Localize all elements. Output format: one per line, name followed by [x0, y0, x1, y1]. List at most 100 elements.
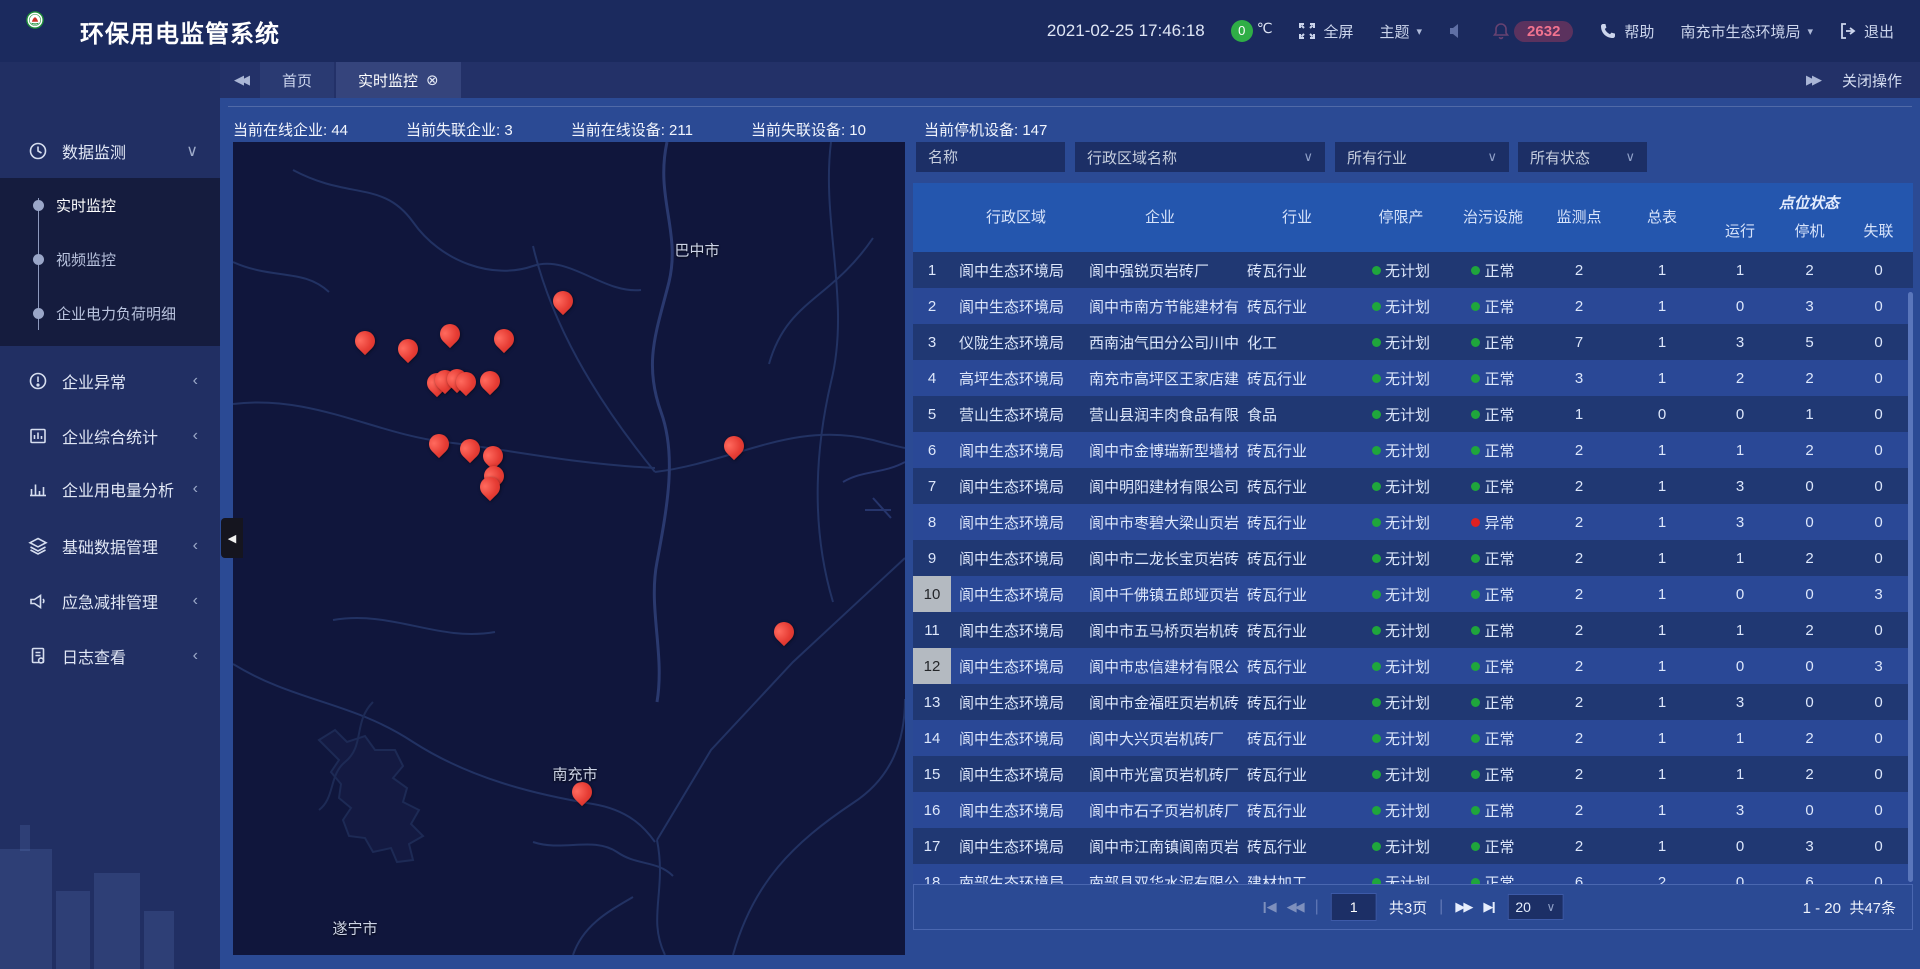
name-filter-input[interactable] — [916, 142, 1065, 172]
fullscreen-button[interactable]: 全屏 — [1298, 21, 1353, 42]
map-roads — [233, 142, 905, 955]
layers-icon — [28, 536, 48, 556]
table-scrollbar[interactable] — [1908, 292, 1913, 882]
sidebar-group-5[interactable]: 应急减排管理‹ — [0, 578, 220, 624]
cell-index: 16 — [913, 792, 951, 828]
logout-button[interactable]: 退出 — [1839, 21, 1894, 42]
app-root: 环保用电监管系统 2021-02-25 17:46:18 0 ℃ 全屏 主题 ▾ — [0, 0, 1920, 969]
cell-company: 阆中市南方节能建材有 — [1081, 288, 1239, 324]
cell-lost-count: 0 — [1844, 324, 1913, 360]
table-row[interactable]: 5营山生态环境局营山县润丰肉食品有限食品无计划正常10010 — [913, 396, 1913, 432]
status-dot — [1471, 662, 1480, 671]
table-row[interactable]: 8阆中生态环境局阆中市枣碧大梁山页岩砖瓦行业无计划异常21300 — [913, 504, 1913, 540]
chevron-down-icon: ∨ — [1547, 900, 1556, 914]
sidebar-group-2[interactable]: 企业综合统计‹ — [0, 413, 220, 459]
status-dot — [1372, 446, 1381, 455]
sidebar-group-label: 企业用电量分析 — [62, 477, 174, 501]
cell-company: 阆中千佛镇五郎垭页岩 — [1081, 576, 1239, 612]
tab-close-icon[interactable]: ⊗ — [426, 71, 439, 89]
status-text: 无计划 — [1385, 692, 1430, 713]
status-filter-select[interactable]: 所有状态 ∨ — [1518, 142, 1647, 172]
notification-badge[interactable]: 2632 — [1492, 21, 1573, 42]
cell-company: 西南油气田分公司川中 — [1081, 324, 1239, 360]
status-text: 正常 — [1484, 368, 1514, 389]
table-row[interactable]: 1阆中生态环境局阆中强锐页岩砖厂砖瓦行业无计划正常21120 — [913, 252, 1913, 288]
status-dot — [1372, 590, 1381, 599]
sidebar-item-2[interactable]: 企业电力负荷明细 — [0, 298, 220, 328]
sidebar-group-0[interactable]: 数据监测∨ — [0, 128, 220, 174]
table-row[interactable]: 17阆中生态环境局阆中市江南镇阆南页岩砖瓦行业无计划正常21030 — [913, 828, 1913, 864]
help-button[interactable]: 帮助 — [1599, 21, 1654, 42]
cell-run-count: 3 — [1705, 504, 1775, 540]
close-operations-button[interactable]: 关闭操作 — [1842, 70, 1902, 91]
cell-stop-count: 2 — [1775, 252, 1844, 288]
cell-industry: 砖瓦行业 — [1239, 252, 1355, 288]
table-row[interactable]: 6阆中生态环境局阆中市金博瑞新型墙材砖瓦行业无计划正常21120 — [913, 432, 1913, 468]
cityscape-watermark — [0, 849, 52, 969]
table-row[interactable]: 7阆中生态环境局阆中明阳建材有限公司砖瓦行业无计划正常21300 — [913, 468, 1913, 504]
table-row[interactable]: 16阆中生态环境局阆中市石子页岩机砖厂砖瓦行业无计划正常21300 — [913, 792, 1913, 828]
industry-filter-select[interactable]: 所有行业 ∨ — [1335, 142, 1509, 172]
chevron-left-icon: ‹ — [193, 592, 198, 610]
sidebar-item-1[interactable]: 视频监控 — [0, 244, 220, 274]
sidebar-group-1[interactable]: 企业异常‹ — [0, 358, 220, 404]
cell-region: 阆中生态环境局 — [951, 720, 1081, 756]
page-size-select[interactable]: 20 ∨ — [1507, 894, 1563, 920]
table-row[interactable]: 10阆中生态环境局阆中千佛镇五郎垭页岩砖瓦行业无计划正常21003 — [913, 576, 1913, 612]
table-row[interactable]: 12阆中生态环境局阆中市忠信建材有限公砖瓦行业无计划正常21003 — [913, 648, 1913, 684]
last-page-button[interactable]: ▶ — [1483, 899, 1495, 915]
next-page-button[interactable]: ▶▶ — [1455, 899, 1471, 915]
cell-company: 阆中市光富页岩机砖厂 — [1081, 756, 1239, 792]
table-row[interactable]: 11阆中生态环境局阆中市五马桥页岩机砖砖瓦行业无计划正常21120 — [913, 612, 1913, 648]
sidebar-item-0[interactable]: 实时监控 — [0, 190, 220, 220]
cell-lost-count: 3 — [1844, 576, 1913, 612]
cell-stop-count: 0 — [1775, 468, 1844, 504]
table-row[interactable]: 2阆中生态环境局阆中市南方节能建材有砖瓦行业无计划正常21030 — [913, 288, 1913, 324]
table-row[interactable]: 14阆中生态环境局阆中大兴页岩机砖厂砖瓦行业无计划正常21120 — [913, 720, 1913, 756]
cell-monitor-points: 1 — [1539, 396, 1619, 432]
table-row[interactable]: 18南部生态环境局南部县双华水泥有限公建材加工无计划正常62060 — [913, 864, 1913, 884]
sidebar-group-4[interactable]: 基础数据管理‹ — [0, 523, 220, 569]
tab-home[interactable]: 首页 — [260, 62, 334, 98]
sidebar-group-6[interactable]: 日志查看‹ — [0, 633, 220, 679]
cell-company: 阆中明阳建材有限公司 — [1081, 468, 1239, 504]
prev-page-button[interactable]: ◀◀ — [1287, 899, 1303, 915]
cell-facility-status: 正常 — [1447, 288, 1539, 324]
cell-monitor-points: 2 — [1539, 648, 1619, 684]
sidebar-group-3[interactable]: 企业用电量分析‹ — [0, 466, 220, 512]
cell-monitor-points: 2 — [1539, 612, 1619, 648]
map-collapse-toggle[interactable]: ◀ — [221, 518, 243, 558]
status-dot — [1372, 554, 1381, 563]
status-text: 正常 — [1484, 800, 1514, 821]
table-row[interactable]: 9阆中生态环境局阆中市二龙长宝页岩砖砖瓦行业无计划正常21120 — [913, 540, 1913, 576]
sidebar-group-label: 企业异常 — [62, 369, 126, 393]
cell-facility-status: 正常 — [1447, 684, 1539, 720]
cell-monitor-points: 2 — [1539, 540, 1619, 576]
tab-realtime-monitor[interactable]: 实时监控 ⊗ — [336, 62, 461, 98]
cell-index: 7 — [913, 468, 951, 504]
theme-dropdown[interactable]: 主题 ▾ — [1380, 21, 1423, 42]
gauge-icon — [28, 141, 48, 161]
org-dropdown[interactable]: 南充市生态环境局 ▾ — [1680, 21, 1813, 42]
region-filter-select[interactable]: 行政区域名称 ∨ — [1075, 142, 1325, 172]
cell-index: 3 — [913, 324, 951, 360]
page-number-input[interactable]: 1 — [1331, 893, 1377, 921]
map-panel[interactable]: 巴中市南充市遂宁市 — [233, 142, 905, 955]
table-row[interactable]: 4高坪生态环境局南充市高坪区王家店建砖瓦行业无计划正常31220 — [913, 360, 1913, 396]
table-row[interactable]: 15阆中生态环境局阆中市光富页岩机砖厂砖瓦行业无计划正常21120 — [913, 756, 1913, 792]
sidebar-submenu: 实时监控视频监控企业电力负荷明细 — [0, 178, 220, 346]
header-col-2: 企业 — [1081, 183, 1239, 252]
cell-industry: 砖瓦行业 — [1239, 756, 1355, 792]
table-row[interactable]: 13阆中生态环境局阆中市金福旺页岩机砖砖瓦行业无计划正常21300 — [913, 684, 1913, 720]
cell-run-count: 1 — [1705, 612, 1775, 648]
cell-industry: 砖瓦行业 — [1239, 720, 1355, 756]
cell-industry: 砖瓦行业 — [1239, 540, 1355, 576]
first-page-button[interactable]: ◀ — [1263, 899, 1275, 915]
cell-facility-status: 正常 — [1447, 396, 1539, 432]
mute-icon[interactable] — [1448, 22, 1466, 40]
logout-icon — [1839, 22, 1857, 40]
cell-index: 9 — [913, 540, 951, 576]
tabs-scroll-left-icon[interactable]: ◀◀ — [220, 72, 260, 88]
table-row[interactable]: 3仪陇生态环境局西南油气田分公司川中化工无计划正常71350 — [913, 324, 1913, 360]
tabs-scroll-right-icon[interactable]: ▶▶ — [1806, 72, 1818, 88]
